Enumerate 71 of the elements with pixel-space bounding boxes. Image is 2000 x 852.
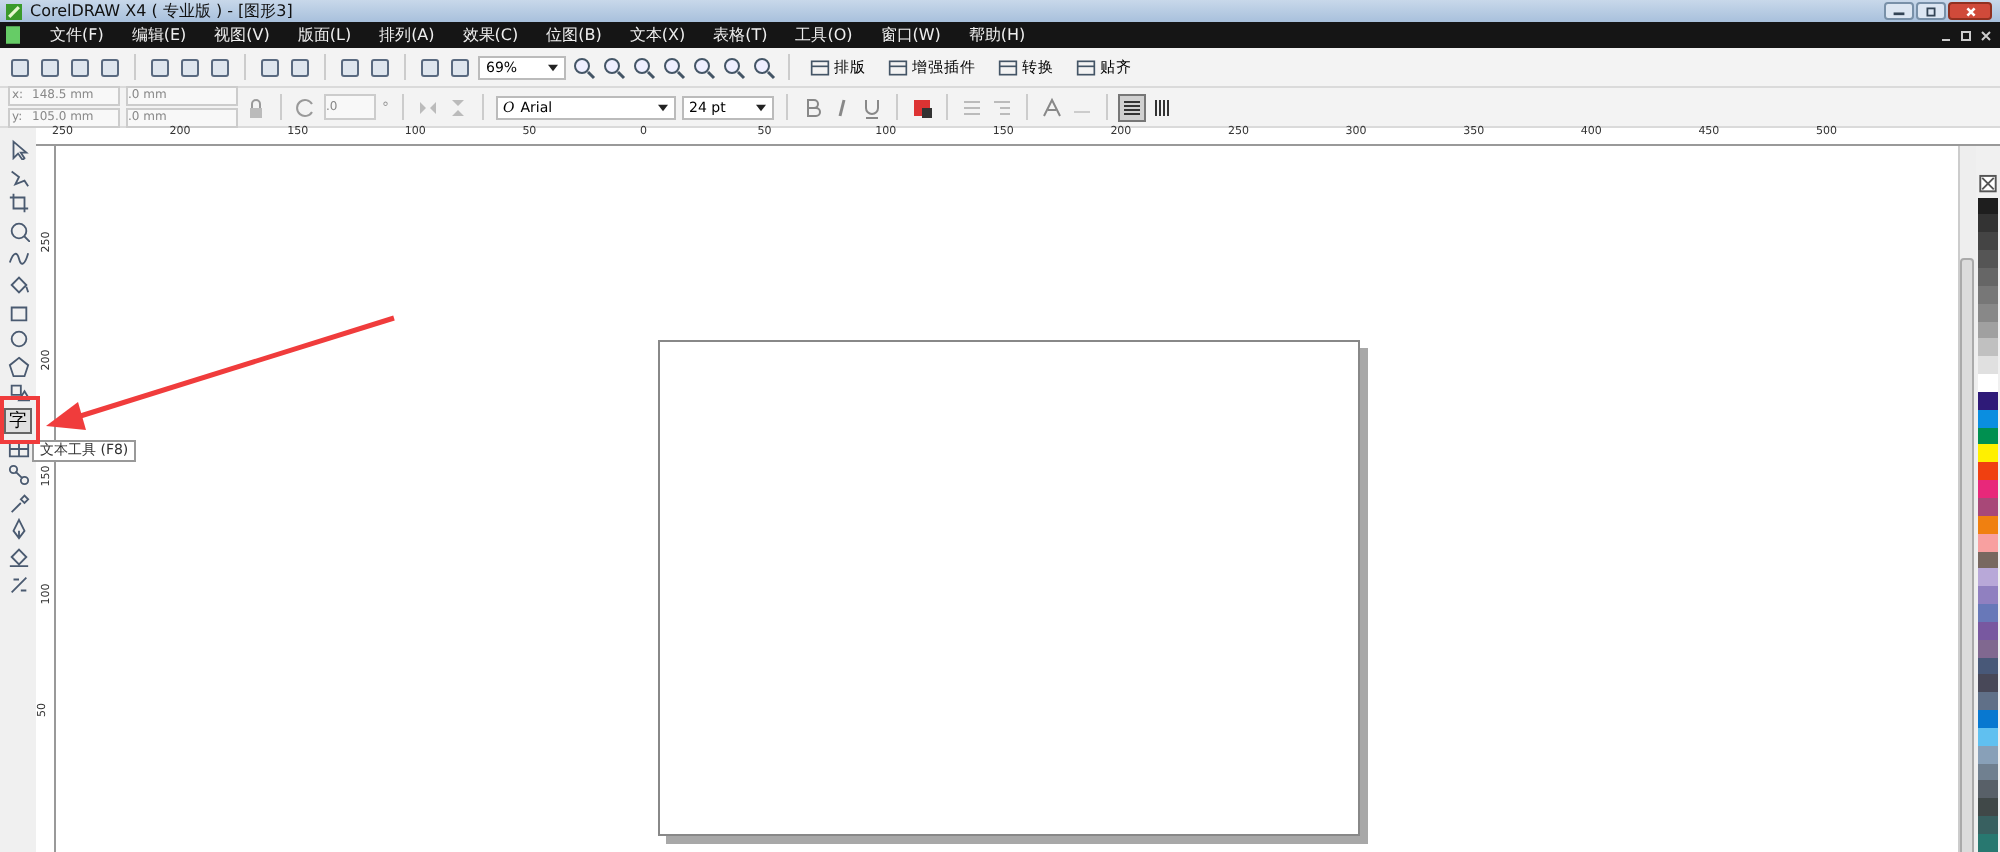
menu-item[interactable]: 效果(C)	[448, 24, 533, 46]
menu-item[interactable]: 位图(B)	[532, 24, 616, 46]
color-swatch[interactable]	[1978, 674, 1998, 693]
crop-tool-button[interactable]	[4, 190, 32, 217]
menu-item[interactable]: 排列(A)	[365, 24, 449, 46]
color-swatch[interactable]	[1978, 692, 1998, 711]
bucket-tool-button[interactable]	[4, 543, 32, 570]
grid-icon	[998, 57, 1018, 77]
caret-icon	[657, 103, 667, 111]
color-swatch[interactable]	[1978, 268, 1998, 286]
menu-item[interactable]: 视图(V)	[200, 24, 284, 46]
restore-icon[interactable]	[1960, 29, 1972, 41]
polygon-tool-button[interactable]	[4, 353, 32, 380]
magnifier-icon[interactable]	[752, 55, 776, 79]
window-title: CorelDRAW X4 ( 专业版 ) - [图形3]	[30, 0, 293, 22]
color-swatch[interactable]	[1978, 604, 1998, 622]
restore-button[interactable]	[1916, 2, 1946, 20]
blend-tool-button[interactable]	[4, 462, 32, 489]
vertical-scrollbar[interactable]	[1958, 146, 1976, 852]
grid-icon	[810, 57, 830, 77]
document-icon	[6, 26, 20, 44]
close-icon	[1961, 5, 1979, 17]
color-swatch[interactable]	[1978, 568, 1998, 587]
caret-icon	[548, 63, 558, 71]
menu-item[interactable]: 窗口(W)	[866, 24, 955, 46]
scroll-thumb[interactable]	[1960, 258, 1974, 852]
color-swatch[interactable]	[1978, 197, 1998, 215]
no-color-swatch[interactable]	[1978, 174, 1998, 194]
magnifier-icon[interactable]	[692, 55, 716, 79]
rotate-icon	[294, 95, 318, 119]
vertical-text-icon[interactable]	[1149, 95, 1173, 119]
magnifier-icon[interactable]	[662, 55, 686, 79]
minimize-button[interactable]	[1884, 2, 1914, 20]
color-swatch[interactable]	[1978, 444, 1998, 463]
horizontal-text-icon[interactable]	[1119, 95, 1143, 119]
menu-item[interactable]: 文本(X)	[615, 24, 700, 46]
close-button[interactable]	[1948, 2, 1992, 20]
color-swatch[interactable]	[1978, 250, 1998, 268]
color-swatch[interactable]	[1978, 462, 1998, 481]
color-swatch[interactable]	[1978, 232, 1998, 251]
menu-item[interactable]: 版面(L)	[283, 24, 366, 46]
color-swatch[interactable]	[1978, 356, 1998, 375]
color-swatch[interactable]	[1978, 214, 1998, 233]
lock-icon[interactable]	[244, 95, 268, 119]
menu-item[interactable]: 文件(F)	[36, 24, 118, 46]
restore-icon	[1922, 5, 1940, 17]
underline-icon[interactable]	[859, 95, 883, 119]
menu-item[interactable]: 帮助(H)	[954, 24, 1040, 46]
app-logo-icon	[6, 3, 22, 19]
magnifier-icon[interactable]	[632, 55, 656, 79]
menu-item[interactable]: 工具(O)	[781, 24, 867, 46]
text-tool-button[interactable]: 字	[4, 407, 32, 434]
color-swatch[interactable]	[1978, 338, 1998, 357]
close-icon[interactable]	[1980, 29, 1992, 41]
grid-icon	[888, 57, 908, 77]
color-swatch[interactable]	[1978, 816, 1998, 834]
highlight-frame	[0, 396, 40, 444]
zoom-in-icon[interactable]	[572, 55, 596, 79]
color-swatch[interactable]	[1978, 834, 1998, 852]
color-swatch[interactable]	[1978, 586, 1998, 605]
character-format-icon[interactable]	[1039, 95, 1063, 119]
color-swatch[interactable]	[1978, 798, 1998, 817]
color-swatch[interactable]	[1978, 780, 1998, 799]
caret-icon	[755, 103, 765, 111]
color-swatch[interactable]	[1978, 480, 1998, 498]
zoom-out-icon[interactable]	[602, 55, 626, 79]
menu-item[interactable]: 表格(T)	[699, 24, 782, 46]
menu-item[interactable]: 编辑(E)	[117, 24, 201, 46]
color-swatch[interactable]	[1978, 710, 1998, 728]
grid-icon	[1076, 57, 1096, 77]
color-swatch[interactable]	[1978, 374, 1998, 392]
